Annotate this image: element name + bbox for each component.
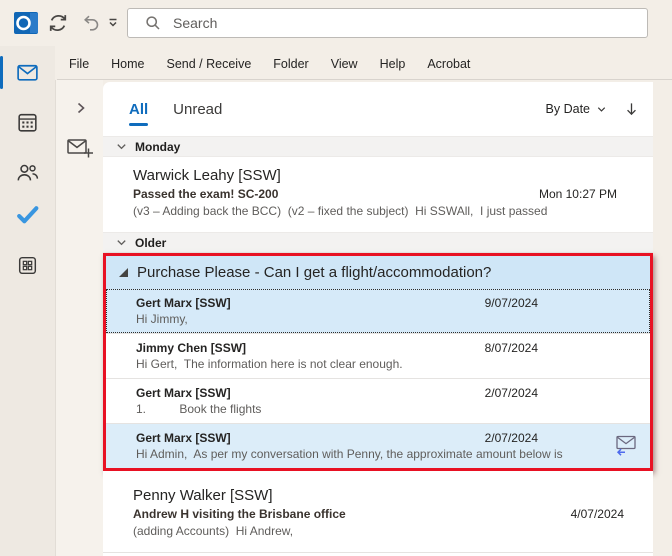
- mail-selected-indicator: [0, 56, 3, 89]
- group-header-monday[interactable]: Monday: [103, 136, 653, 157]
- email-preview: (v3 – Adding back the BCC) (v2 – fixed t…: [133, 203, 653, 220]
- chevron-down-icon: [115, 236, 128, 249]
- email-sender: Warwick Leahy [SSW]: [133, 165, 653, 186]
- quick-access-toolbar: [0, 0, 672, 46]
- message-sender: Jimmy Chen [SSW]: [136, 340, 650, 356]
- calendar-icon[interactable]: [15, 110, 40, 135]
- message-preview: Hi Gert, The information here is not cle…: [136, 356, 650, 372]
- conversation-message-4[interactable]: Gert Marx [SSW] Hi Admin, As per my conv…: [106, 423, 650, 468]
- message-preview: 1. Book the flights: [136, 401, 650, 417]
- apps-grid-icon[interactable]: [15, 253, 40, 278]
- chevron-down-icon: [115, 140, 128, 153]
- search-input[interactable]: [173, 15, 613, 31]
- menu-help[interactable]: Help: [369, 57, 417, 71]
- message-sender: Gert Marx [SSW]: [136, 430, 650, 446]
- group-label: Monday: [135, 140, 180, 154]
- group-header-older[interactable]: Older: [103, 232, 653, 253]
- todo-check-icon[interactable]: [15, 202, 40, 227]
- new-mail-icon[interactable]: [65, 136, 95, 162]
- menu-folder[interactable]: Folder: [262, 57, 319, 71]
- people-icon[interactable]: [15, 160, 40, 185]
- outlook-logo[interactable]: [13, 10, 40, 36]
- tab-unread[interactable]: Unread: [173, 101, 222, 118]
- conversation-message-2[interactable]: Jimmy Chen [SSW] Hi Gert, The informatio…: [106, 333, 650, 378]
- send-receive-icon[interactable]: [47, 12, 69, 34]
- red-annotation-box: Purchase Please - Can I get a flight/acc…: [103, 253, 653, 471]
- conversation-message-1[interactable]: Gert Marx [SSW] Hi Jimmy, 9/07/2024: [106, 289, 650, 333]
- sort-by-label: By Date: [546, 102, 590, 116]
- message-date: 2/07/2024: [485, 386, 538, 400]
- email-preview: (adding Accounts) Hi Andrew,: [133, 523, 653, 540]
- replied-envelope-icon: [614, 434, 638, 461]
- email-date: 4/07/2024: [571, 506, 653, 523]
- mail-icon[interactable]: [15, 60, 40, 85]
- collapsed-folder-pane: [55, 80, 103, 556]
- menu-acrobat[interactable]: Acrobat: [416, 57, 481, 71]
- message-preview: Hi Admin, As per my conversation with Pe…: [136, 446, 650, 462]
- filter-tab-row: All Unread By Date: [103, 82, 653, 136]
- email-subject: Passed the exam! SC-200: [133, 186, 278, 203]
- group-label: Older: [135, 236, 166, 250]
- message-sender: Gert Marx [SSW]: [136, 385, 650, 401]
- menu-send-receive[interactable]: Send / Receive: [156, 57, 263, 71]
- search-icon: [145, 15, 161, 31]
- conversation-expanded-triangle-icon: [119, 268, 128, 277]
- conversation-message-3[interactable]: Gert Marx [SSW] 1. Book the flights 2/07…: [106, 378, 650, 423]
- ribbon-divider: [57, 79, 672, 80]
- customize-toolbar-icon[interactable]: [106, 16, 120, 30]
- expand-pane-icon[interactable]: [73, 100, 89, 116]
- menu-file[interactable]: File: [58, 57, 100, 71]
- conversation-header[interactable]: Purchase Please - Can I get a flight/acc…: [106, 256, 650, 289]
- message-sender: Gert Marx [SSW]: [136, 295, 650, 311]
- message-date: 9/07/2024: [485, 296, 538, 310]
- message-date: 8/07/2024: [485, 341, 538, 355]
- email-item-warwick[interactable]: Warwick Leahy [SSW] Passed the exam! SC-…: [103, 157, 653, 232]
- message-list-panel: All Unread By Date Monday Warwick Leahy …: [103, 82, 653, 556]
- chevron-down-icon: [596, 104, 607, 115]
- message-date: 2/07/2024: [485, 431, 538, 445]
- message-preview: Hi Jimmy,: [136, 311, 650, 327]
- app-navigation-rail: [0, 46, 55, 556]
- undo-icon[interactable]: [81, 13, 101, 33]
- menu-view[interactable]: View: [320, 57, 369, 71]
- sort-by-dropdown[interactable]: By Date: [546, 102, 607, 116]
- email-subject: Andrew H visiting the Brisbane office: [133, 506, 346, 523]
- email-date: Mon 10:27 PM: [539, 186, 653, 203]
- conversation-title: Purchase Please - Can I get a flight/acc…: [137, 264, 491, 281]
- menu-home[interactable]: Home: [100, 57, 155, 71]
- sort-arrow-down-icon: [624, 101, 639, 117]
- email-item-penny[interactable]: Penny Walker [SSW] Andrew H visiting the…: [103, 477, 653, 553]
- sort-direction-button[interactable]: [624, 101, 639, 117]
- ribbon-tab-bar: File Home Send / Receive Folder View Hel…: [58, 48, 481, 79]
- email-sender: Penny Walker [SSW]: [133, 485, 653, 506]
- tab-all[interactable]: All: [129, 101, 148, 118]
- search-bar[interactable]: [127, 8, 648, 38]
